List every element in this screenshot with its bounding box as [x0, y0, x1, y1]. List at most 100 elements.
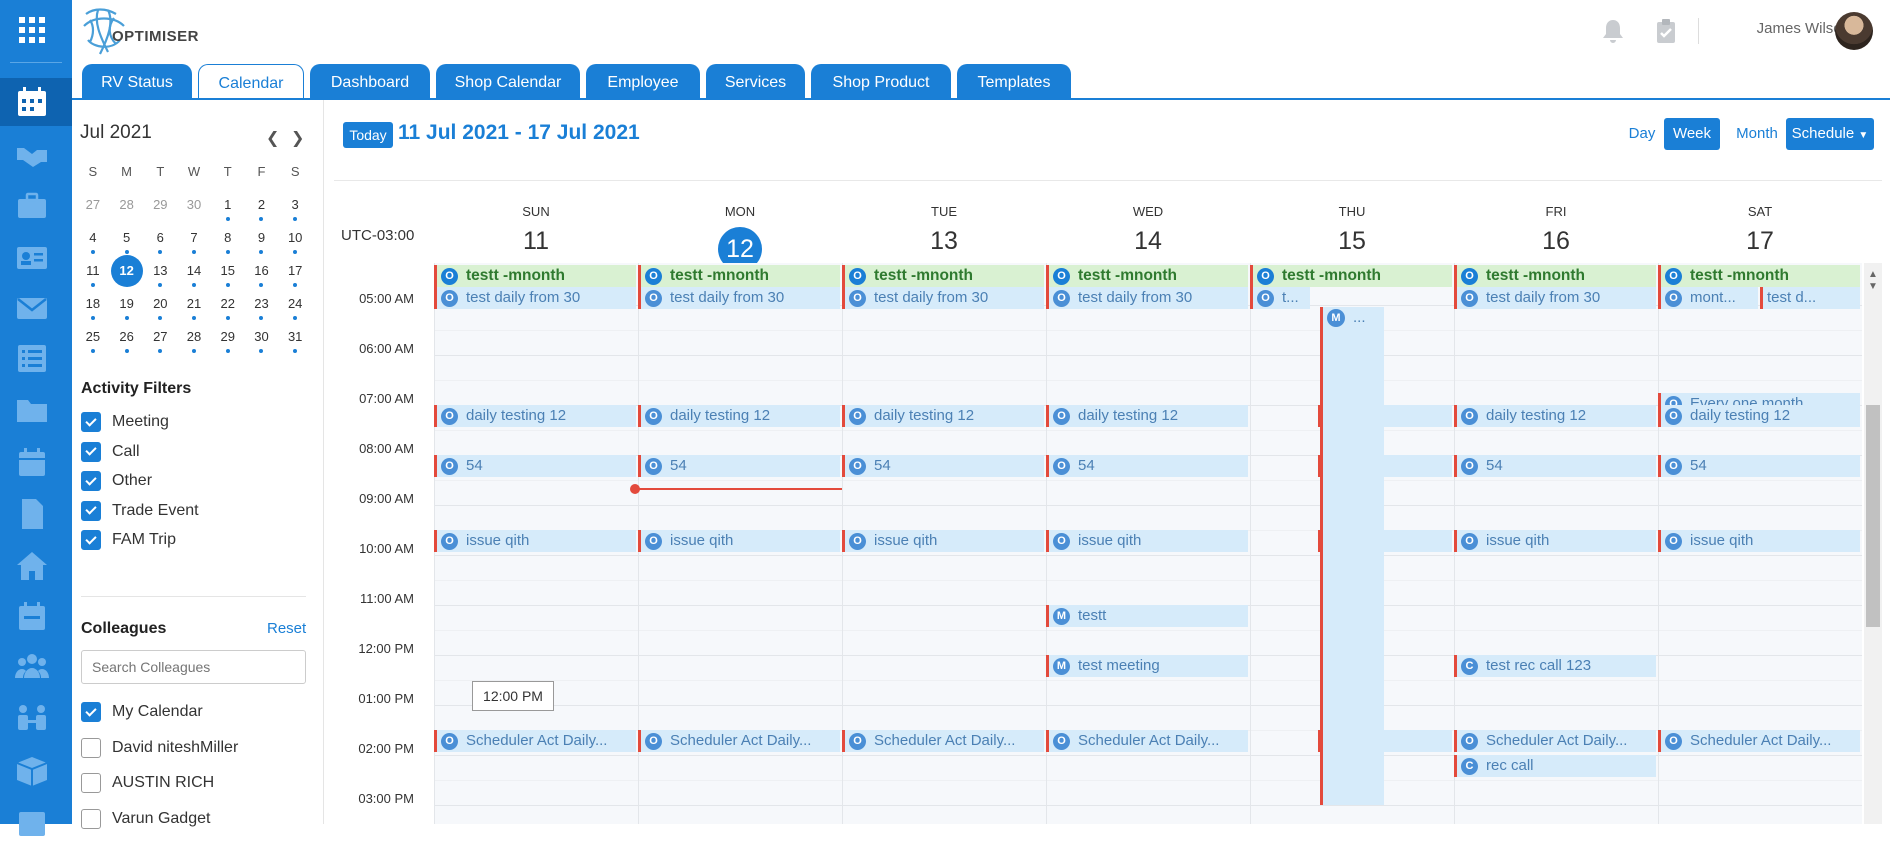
calendar-event[interactable]: Oissue qith	[638, 530, 840, 552]
calendar-event[interactable]: O Scheduler Act Daily...	[842, 730, 1044, 752]
document-icon[interactable]	[14, 496, 50, 532]
mini-day[interactable]: 30	[245, 329, 279, 362]
calendar-event[interactable]: Odaily testing 12	[842, 405, 1044, 427]
calendar-event[interactable]: O Scheduler Act Daily...	[1046, 730, 1248, 752]
calendar-event[interactable]: Oissue qith	[1658, 530, 1860, 552]
next-month-icon[interactable]: ❯	[291, 128, 304, 148]
calendar-event[interactable]: Odaily testing 12	[1454, 405, 1656, 427]
colleague-item[interactable]: AUSTIN RICH	[81, 771, 214, 795]
view-month-button[interactable]: Month	[1726, 118, 1788, 150]
mini-day[interactable]: 12	[110, 255, 144, 296]
calendar-event[interactable]: Crec call	[1454, 755, 1656, 777]
handshake-icon[interactable]	[14, 136, 50, 172]
tab-rv-status[interactable]: RV Status	[82, 64, 192, 100]
mini-day[interactable]: 18	[76, 296, 110, 329]
optimiser-logo[interactable]: OPTIMISER	[80, 6, 199, 58]
mini-day[interactable]: 20	[143, 296, 177, 329]
checkbox[interactable]	[81, 412, 101, 432]
user-name[interactable]: James Wilson	[1660, 20, 1850, 37]
allday-event[interactable]: Otestt -mnonth	[1250, 265, 1452, 287]
calendar-event[interactable]: Otest daily from 30	[1454, 287, 1656, 309]
mini-day[interactable]: 17	[278, 263, 312, 296]
search-colleagues-input[interactable]	[81, 650, 306, 684]
team-icon[interactable]	[14, 648, 50, 684]
view-day-button[interactable]: Day	[1620, 118, 1664, 150]
calendar-event[interactable]: Otest daily from 30	[842, 287, 1044, 309]
mini-day[interactable]: 26	[110, 329, 144, 362]
mini-day[interactable]: 28	[177, 329, 211, 362]
day-header[interactable]: TUE 13	[842, 204, 1046, 256]
mini-day[interactable]: 21	[177, 296, 211, 329]
meeting-icon[interactable]	[14, 700, 50, 736]
bell-icon[interactable]	[1600, 18, 1626, 44]
mail-icon[interactable]	[14, 290, 50, 326]
allday-event[interactable]: Otestt -mnonth	[842, 265, 1044, 287]
scroll-down-icon[interactable]: ▼	[1868, 281, 1878, 292]
mini-day[interactable]: 2	[245, 197, 279, 230]
scroll-up-icon[interactable]: ▲	[1868, 269, 1878, 280]
calendar-event[interactable]: Mtest meeting	[1046, 655, 1248, 677]
calendar-event[interactable]: Oissue qith	[1046, 530, 1248, 552]
mini-day[interactable]: 6	[143, 230, 177, 263]
filter-meeting[interactable]: Meeting	[81, 410, 169, 434]
colleague-item[interactable]: My Calendar	[81, 700, 203, 724]
calendar-scrollbar[interactable]: ▲ ▼	[1864, 263, 1882, 824]
calendar-event[interactable]: O 54	[434, 455, 636, 477]
home-icon[interactable]	[14, 548, 50, 584]
colleague-item[interactable]: Varun Gadget	[81, 807, 210, 831]
mini-day[interactable]: 10	[278, 230, 312, 263]
contact-card-icon[interactable]	[14, 240, 50, 276]
calendar-event[interactable]: Omont...	[1658, 287, 1758, 309]
day-header[interactable]: WED 14	[1046, 204, 1250, 256]
today-button[interactable]: Today	[343, 122, 393, 148]
mini-day[interactable]: 29	[143, 197, 177, 230]
calendar-event[interactable]: test d...	[1760, 287, 1860, 309]
calendar-event[interactable]: O 54	[1046, 455, 1248, 477]
mini-day[interactable]: 3	[278, 197, 312, 230]
allday-event[interactable]: Otestt -mnonth	[1046, 265, 1248, 287]
mini-day[interactable]: 23	[245, 296, 279, 329]
calendar-event[interactable]: O Scheduler Act Daily...	[434, 730, 636, 752]
calendar-event[interactable]: Odaily testing 12	[1658, 405, 1860, 427]
checkbox[interactable]	[81, 702, 101, 722]
tab-dashboard[interactable]: Dashboard	[310, 64, 430, 100]
mini-day[interactable]: 19	[110, 296, 144, 329]
calendar-event[interactable]: Mtestt	[1046, 605, 1248, 627]
mini-day[interactable]: 11	[76, 263, 110, 296]
tab-employee[interactable]: Employee	[586, 64, 700, 100]
mini-day[interactable]: 29	[211, 329, 245, 362]
calendar-nav-icon[interactable]	[0, 78, 72, 126]
mini-day[interactable]: 25	[76, 329, 110, 362]
mini-day[interactable]: 4	[76, 230, 110, 263]
calendar-event[interactable]: Odaily testing 12	[638, 405, 840, 427]
bag-icon[interactable]	[14, 804, 50, 840]
filter-trade-event[interactable]: Trade Event	[81, 499, 199, 523]
calendar-event[interactable]: Oissue qith	[1454, 530, 1656, 552]
tab-templates[interactable]: Templates	[957, 64, 1071, 100]
calendar-event[interactable]: Ot...	[1250, 287, 1310, 309]
folder-icon[interactable]	[14, 392, 50, 428]
allday-event[interactable]: Otestt -mnonth	[1454, 265, 1656, 287]
prev-month-icon[interactable]: ❮	[266, 128, 279, 148]
filter-call[interactable]: Call	[81, 440, 140, 464]
scrollbar-thumb[interactable]	[1866, 405, 1880, 627]
day-header[interactable]: MON 12	[638, 204, 842, 271]
filter-fam-trip[interactable]: FAM Trip	[81, 528, 176, 552]
mini-day[interactable]: 31	[278, 329, 312, 362]
day-header[interactable]: SAT 17	[1658, 204, 1862, 256]
mini-day[interactable]: 14	[177, 263, 211, 296]
calendar-event[interactable]: O 54	[1658, 455, 1860, 477]
allday-event[interactable]: Otestt -mnonth	[638, 265, 840, 287]
calendar-event[interactable]: O Scheduler Act Daily...	[638, 730, 840, 752]
checkbox[interactable]	[81, 773, 101, 793]
allday-event[interactable]: Otestt -mnonth	[434, 265, 636, 287]
mini-day[interactable]: 1	[211, 197, 245, 230]
mini-day[interactable]: 13	[143, 263, 177, 296]
briefcase-icon[interactable]	[14, 188, 50, 224]
calendar-event[interactable]: O 54	[842, 455, 1044, 477]
colleague-item[interactable]: David niteshMiller	[81, 736, 238, 760]
mini-day[interactable]: 27	[76, 197, 110, 230]
calendar-event[interactable]: Odaily testing 12	[1046, 405, 1248, 427]
calendar-event[interactable]: Oissue qith	[434, 530, 636, 552]
checkbox[interactable]	[81, 441, 101, 462]
